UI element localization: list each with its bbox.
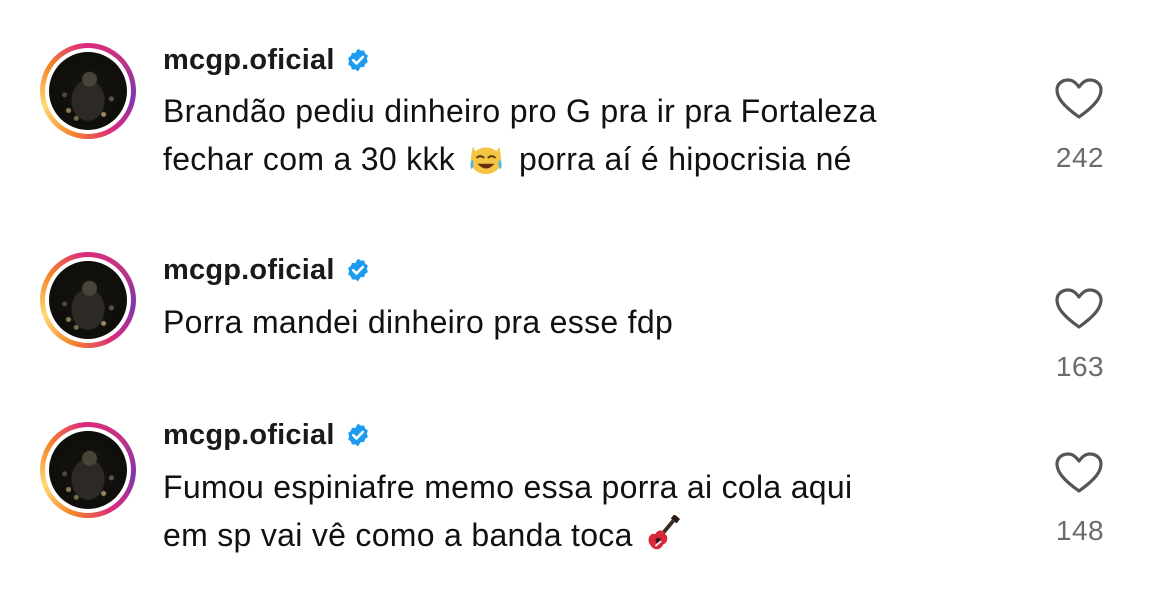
avatar-story-ring[interactable] <box>40 43 136 139</box>
comment-text-line: em sp vai vê como a banda toca <box>163 511 1023 559</box>
verified-badge-icon <box>347 258 368 282</box>
heart-icon[interactable] <box>1054 77 1104 121</box>
avatar-story-ring[interactable] <box>40 422 136 518</box>
comment-text: Brandão pediu dinheiro pro G pra ir pra … <box>163 87 1023 183</box>
username-row: mcgp.oficial <box>163 40 371 80</box>
comment-text-segment: porra aí é hipocrisia né <box>519 141 852 177</box>
comment-text-line: fechar com a 30 kkk porra aí é hipocrisi… <box>163 135 1023 183</box>
comment-text-line: Fumou espiniafre memo essa porra ai cola… <box>163 469 853 505</box>
comment-text-segment: em sp vai vê como a banda toca <box>163 517 633 553</box>
verified-badge-icon <box>347 48 368 72</box>
comment-text: Fumou espiniafre memo essa porra ai cola… <box>163 463 1023 559</box>
comment-text: Porra mandei dinheiro pra esse fdp <box>163 298 1023 346</box>
joy-cat-emoji-icon <box>470 146 502 174</box>
guitar-emoji-icon <box>648 514 680 549</box>
avatar <box>49 431 127 509</box>
username[interactable]: mcgp.oficial <box>163 419 335 452</box>
verified-badge-icon <box>347 423 368 447</box>
avatar <box>49 52 127 130</box>
comment-text-segment: fechar com a 30 kkk <box>163 141 456 177</box>
heart-icon[interactable] <box>1054 287 1104 331</box>
username[interactable]: mcgp.oficial <box>163 254 335 287</box>
username-row: mcgp.oficial <box>163 250 371 290</box>
avatar-story-ring[interactable] <box>40 252 136 348</box>
username-row: mcgp.oficial <box>163 415 371 455</box>
avatar <box>49 261 127 339</box>
heart-icon[interactable] <box>1054 451 1104 495</box>
like-count: 163 <box>1055 351 1105 382</box>
username[interactable]: mcgp.oficial <box>163 44 335 77</box>
comment-text-line: Brandão pediu dinheiro pro G pra ir pra … <box>163 93 877 129</box>
like-count: 148 <box>1055 515 1105 546</box>
like-count: 242 <box>1055 142 1105 173</box>
comment-text-line: Porra mandei dinheiro pra esse fdp <box>163 304 674 340</box>
